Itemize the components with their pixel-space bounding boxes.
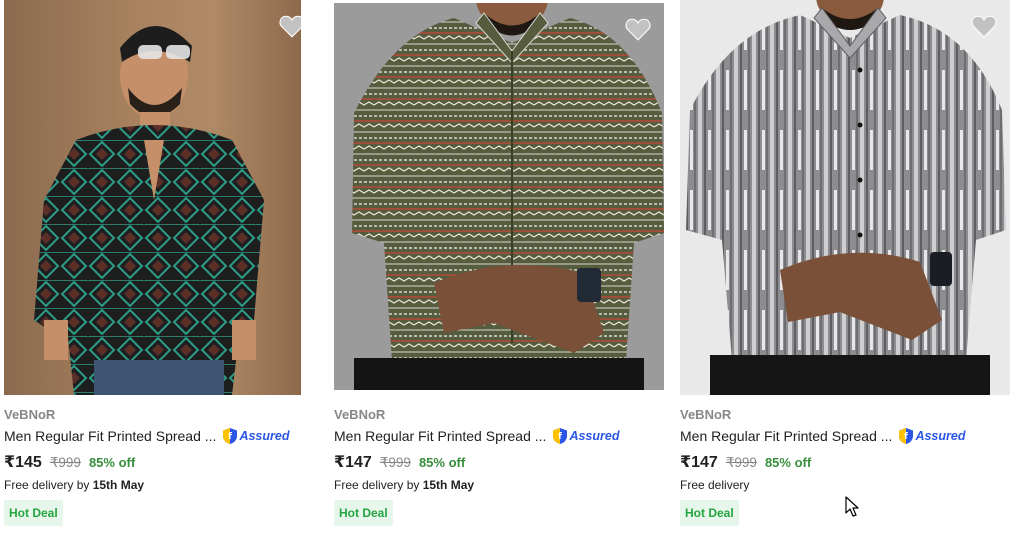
delivery-date: 15th May [92,478,145,492]
assured-label: Assured [915,429,966,443]
price-row: ₹145 ₹999 85% off [4,452,135,472]
product-brand: VeBNoR [680,407,732,422]
hot-deal-badge: Hot Deal [334,500,393,526]
delivery-prefix: Free delivery [334,478,404,492]
product-photo [334,3,664,390]
title-row: Men Regular Fit Printed Spread ... f Ass… [4,427,289,445]
mouse-cursor-icon [845,496,859,517]
discount-percent: 85% off [418,455,466,470]
selling-price: ₹147 [334,454,372,471]
delivery-prefix: Free delivery [680,478,750,492]
original-price: ₹999 [49,455,81,470]
assured-label: Assured [239,429,290,443]
svg-text:f: f [904,432,908,442]
delivery-date: 15th May [422,478,475,492]
product-brand: VeBNoR [334,407,386,422]
delivery-prefix: Free delivery [4,478,74,492]
delivery-info: Free delivery by 15th May [4,478,144,492]
product-image[interactable] [680,0,1010,395]
heart-icon[interactable] [625,17,651,41]
selling-price: ₹145 [4,454,42,471]
svg-text:f: f [558,432,562,442]
assured-shield-icon: f [553,428,568,444]
assured-shield-icon: f [223,428,238,444]
title-row: Men Regular Fit Printed Spread ... f Ass… [680,427,965,445]
product-photo [680,0,1010,395]
product-title[interactable]: Men Regular Fit Printed Spread ... [680,428,892,444]
assured-label: Assured [569,429,620,443]
product-card[interactable]: VeBNoR Men Regular Fit Printed Spread ..… [4,0,334,534]
price-row: ₹147 ₹999 85% off [680,452,811,472]
heart-icon[interactable] [279,14,301,38]
delivery-by: by [403,478,423,492]
assured-badge: f Assured [552,427,619,445]
selling-price: ₹147 [680,454,718,471]
product-title[interactable]: Men Regular Fit Printed Spread ... [4,428,216,444]
product-card[interactable]: VeBNoR Men Regular Fit Printed Spread ..… [334,0,664,534]
assured-shield-icon: f [899,428,914,444]
hot-deal-badge: Hot Deal [4,500,63,526]
hot-deal-badge: Hot Deal [680,500,739,526]
discount-percent: 85% off [764,455,812,470]
product-image[interactable] [4,0,301,395]
product-image[interactable] [334,3,664,390]
product-brand: VeBNoR [4,407,56,422]
delivery-by: by [73,478,93,492]
delivery-info: Free delivery [680,478,749,492]
assured-badge: f Assured [898,427,965,445]
shirt-photo-graphic [352,3,664,390]
product-grid: VeBNoR Men Regular Fit Printed Spread ..… [0,0,1018,534]
shirt-photo-graphic [34,25,264,395]
svg-text:f: f [228,432,232,442]
original-price: ₹999 [725,455,757,470]
title-row: Men Regular Fit Printed Spread ... f Ass… [334,427,619,445]
delivery-info: Free delivery by 15th May [334,478,474,492]
original-price: ₹999 [379,455,411,470]
heart-icon[interactable] [971,14,997,38]
price-row: ₹147 ₹999 85% off [334,452,465,472]
product-title[interactable]: Men Regular Fit Printed Spread ... [334,428,546,444]
discount-percent: 85% off [88,455,136,470]
shirt-photo-graphic [686,0,1006,395]
product-card[interactable]: VeBNoR Men Regular Fit Printed Spread ..… [680,0,1010,534]
product-photo [4,0,301,395]
assured-badge: f Assured [222,427,289,445]
